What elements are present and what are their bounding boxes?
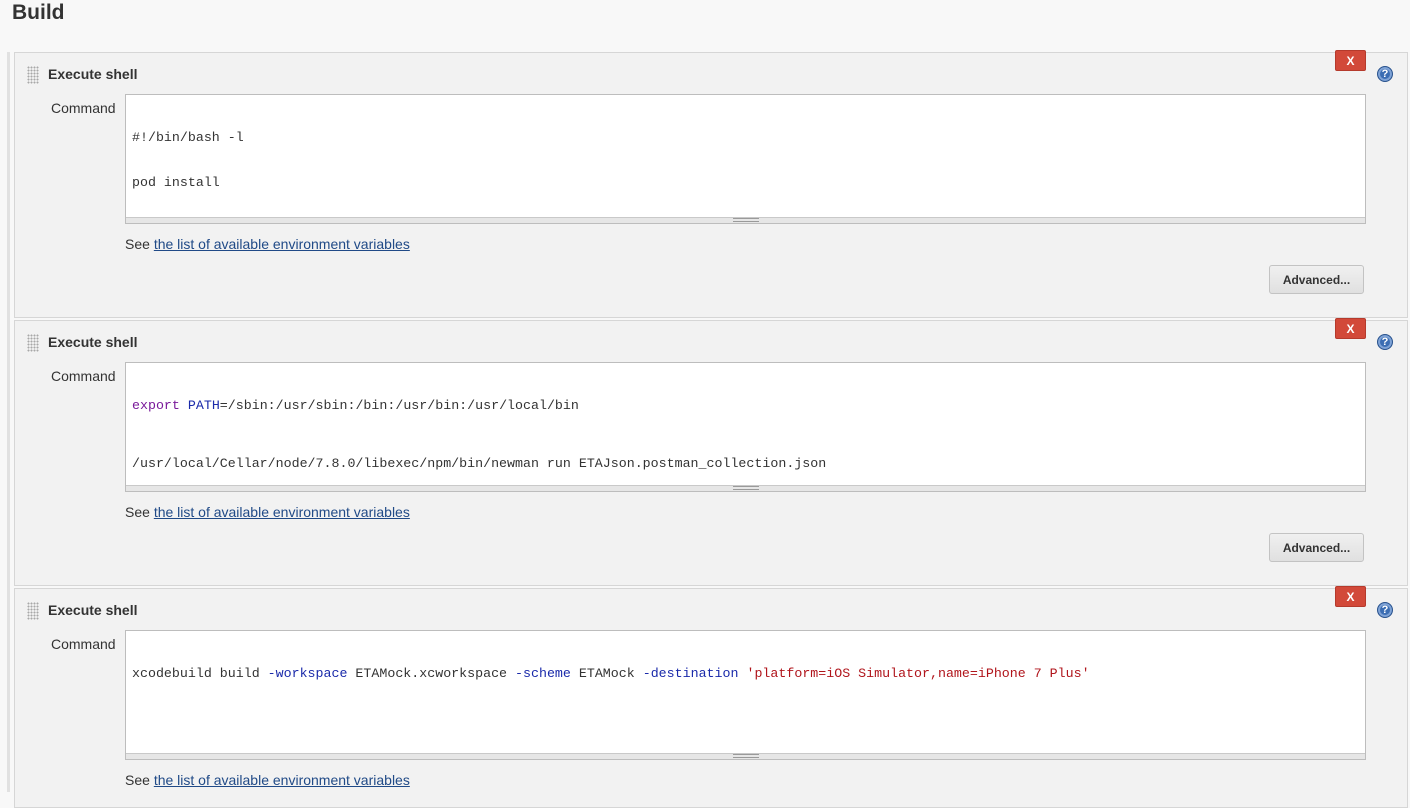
command-line: export PATH=/sbin:/usr/sbin:/bin:/usr/bi… — [132, 398, 1359, 413]
command-label: Command — [51, 100, 116, 116]
build-step-2: Execute shell X ? Command export PATH=/s… — [14, 318, 1408, 586]
step-title: Execute shell — [48, 66, 138, 82]
env-prefix: See — [125, 772, 150, 788]
command-option: -workspace — [267, 666, 348, 681]
command-text: #!/bin/bash -l pod install — [132, 100, 1359, 220]
shell-variable: PATH — [187, 398, 220, 413]
textarea-resize-bar — [126, 485, 1365, 491]
env-vars-link[interactable]: the list of available environment variab… — [154, 504, 410, 520]
command-option: -destination — [642, 666, 739, 681]
command-line: xcodebuild build -workspace ETAMock.xcwo… — [132, 666, 1359, 681]
command-line: pod install — [132, 175, 220, 190]
step-title: Execute shell — [48, 602, 138, 618]
drag-handle-icon[interactable] — [27, 334, 39, 352]
help-icon[interactable]: ? — [1377, 602, 1393, 618]
command-textarea[interactable]: #!/bin/bash -l pod install — [125, 94, 1366, 224]
command-line: #!/bin/bash -l — [132, 130, 244, 145]
env-vars-link[interactable]: the list of available environment variab… — [154, 236, 410, 252]
env-vars-link[interactable]: the list of available environment variab… — [154, 772, 410, 788]
command-segment: ETAMock.xcworkspace — [347, 666, 516, 681]
delete-step-button[interactable]: X — [1335, 50, 1366, 71]
textarea-resize-bar — [126, 753, 1365, 759]
command-label: Command — [51, 368, 116, 384]
resize-grip-icon[interactable] — [732, 754, 759, 758]
advanced-button[interactable]: Advanced... — [1269, 533, 1364, 562]
command-segment: xcodebuild build — [132, 666, 268, 681]
section-title: Build — [12, 1, 65, 24]
advanced-button[interactable]: Advanced... — [1269, 265, 1364, 294]
command-text: xcodebuild build -workspace ETAMock.xcwo… — [132, 636, 1359, 711]
command-textarea[interactable]: xcodebuild build -workspace ETAMock.xcwo… — [125, 630, 1366, 760]
env-vars-hint: See the list of available environment va… — [125, 504, 410, 520]
delete-step-button[interactable]: X — [1335, 586, 1366, 607]
build-step-3: Execute shell X ? Command xcodebuild bui… — [14, 586, 1408, 808]
help-icon[interactable]: ? — [1377, 66, 1393, 82]
drag-handle-icon[interactable] — [27, 66, 39, 84]
env-prefix: See — [125, 236, 150, 252]
build-step-1: Execute shell X ? Command #!/bin/bash -l… — [14, 50, 1408, 318]
step-title: Execute shell — [48, 334, 138, 350]
resize-grip-icon[interactable] — [732, 218, 759, 222]
command-text: export PATH=/sbin:/usr/sbin:/bin:/usr/bi… — [132, 368, 1359, 514]
command-string: 'platform=iOS Simulator,name=iPhone 7 Pl… — [746, 666, 1090, 681]
env-vars-hint: See the list of available environment va… — [125, 772, 410, 788]
delete-step-button[interactable]: X — [1335, 318, 1366, 339]
drag-handle-icon[interactable] — [27, 602, 39, 620]
env-vars-hint: See the list of available environment va… — [125, 236, 410, 252]
command-option: -scheme — [515, 666, 571, 681]
help-icon[interactable]: ? — [1377, 334, 1393, 350]
command-label: Command — [51, 636, 116, 652]
command-line: /usr/local/Cellar/node/7.8.0/libexec/npm… — [132, 456, 827, 471]
command-textarea[interactable]: export PATH=/sbin:/usr/sbin:/bin:/usr/bi… — [125, 362, 1366, 492]
shell-value: =/sbin:/usr/sbin:/bin:/usr/bin:/usr/loca… — [219, 398, 579, 413]
command-segment: ETAMock — [570, 666, 643, 681]
textarea-resize-bar — [126, 217, 1365, 223]
section-divider — [7, 52, 10, 792]
shell-keyword: export — [132, 398, 180, 413]
resize-grip-icon[interactable] — [732, 486, 759, 490]
env-prefix: See — [125, 504, 150, 520]
